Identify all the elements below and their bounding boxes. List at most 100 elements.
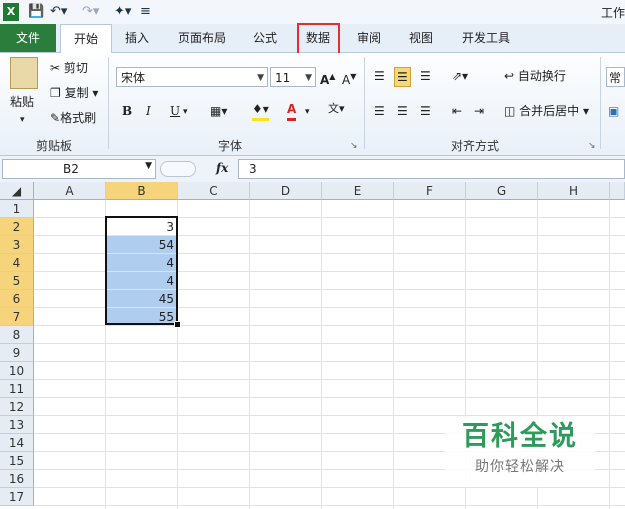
row-header[interactable]: 8 <box>0 326 34 344</box>
align-top-icon[interactable]: ☰ <box>374 67 385 85</box>
row-header[interactable]: 9 <box>0 344 34 362</box>
alignment-group-label: 对齐方式 <box>450 139 499 153</box>
ribbon: 粘贴 ▾ ✂ 剪切 ❐ 复制 ▾ ✎格式刷 剪贴板 宋体 ▼ 11 ▼ A▲ A▼ … <box>0 53 625 156</box>
copy-button[interactable]: ❐ 复制 ▾ <box>50 84 98 102</box>
row-header[interactable]: 6 <box>0 290 34 308</box>
name-box[interactable]: B2 ▼ <box>2 159 156 179</box>
brush-icon: ✎ <box>50 111 61 125</box>
decrease-indent-icon[interactable]: ⇤ <box>452 102 462 120</box>
tab-page-layout[interactable]: 页面布局 <box>170 24 234 52</box>
row-header[interactable]: 10 <box>0 362 34 380</box>
column-header[interactable]: F <box>394 182 466 200</box>
insert-function-icon[interactable]: fx <box>216 161 228 175</box>
column-header[interactable]: E <box>322 182 394 200</box>
clipboard-group-label: 剪贴板 <box>35 139 72 153</box>
column-header[interactable] <box>610 182 625 200</box>
excel-logo-icon[interactable]: X <box>3 3 19 21</box>
fill-handle[interactable] <box>174 321 181 328</box>
column-header[interactable]: G <box>466 182 538 200</box>
row-header[interactable]: 1 <box>0 200 34 218</box>
increase-indent-icon[interactable]: ⇥ <box>474 102 484 120</box>
align-bottom-icon[interactable]: ☰ <box>420 67 431 85</box>
row-header[interactable]: 12 <box>0 398 34 416</box>
column-header[interactable]: C <box>178 182 250 200</box>
paste-icon[interactable] <box>10 57 38 89</box>
save-icon[interactable]: 💾 <box>28 3 44 21</box>
scissors-icon: ✂ <box>50 61 61 75</box>
paste-button[interactable]: 粘贴 <box>10 93 34 111</box>
row-header[interactable]: 5 <box>0 272 34 290</box>
italic-button[interactable]: I <box>146 102 151 120</box>
chevron-down-icon: ▼ <box>257 73 264 83</box>
align-middle-icon[interactable]: ☰ <box>394 67 411 87</box>
grow-font-icon[interactable]: A▲ <box>320 68 335 89</box>
currency-format-icon[interactable]: ▣ <box>608 102 619 120</box>
tab-home[interactable]: 开始 <box>60 24 112 53</box>
underline-button[interactable]: U <box>170 102 180 120</box>
separator <box>600 57 601 149</box>
separator <box>108 57 109 149</box>
gridline <box>34 343 625 344</box>
cut-button[interactable]: ✂ 剪切 <box>50 59 88 77</box>
row-header[interactable]: 3 <box>0 236 34 254</box>
row-header[interactable]: 13 <box>0 416 34 434</box>
tab-insert[interactable]: 插入 <box>116 24 158 52</box>
font-name-select[interactable]: 宋体 ▼ <box>116 67 268 87</box>
gridline <box>34 505 625 506</box>
font-dialog-launcher-icon[interactable]: ↘ <box>350 137 358 155</box>
tab-file[interactable]: 文件 <box>0 24 56 52</box>
number-format-select[interactable]: 常规 <box>606 67 625 87</box>
gridline <box>34 487 625 488</box>
column-header[interactable]: H <box>538 182 610 200</box>
fill-color-icon[interactable]: ♦▾ <box>252 100 269 121</box>
tab-view[interactable]: 视图 <box>402 24 440 52</box>
chevron-down-icon: ▼ <box>145 161 152 171</box>
format-painter-button[interactable]: ✎格式刷 <box>50 109 96 127</box>
gridline <box>34 361 625 362</box>
paste-dropdown-icon[interactable]: ▾ <box>20 111 25 129</box>
row-header[interactable]: 14 <box>0 434 34 452</box>
column-header[interactable]: D <box>250 182 322 200</box>
merge-center-button[interactable]: ◫ 合并后居中 ▾ <box>504 102 589 120</box>
redo-icon[interactable]: ↷▾ <box>82 3 99 21</box>
font-size-select[interactable]: 11 ▼ <box>270 67 316 87</box>
row-header[interactable]: 2 <box>0 218 34 236</box>
watermark-title: 百科全说 <box>462 421 578 452</box>
quick-access-menu-icon[interactable]: ≡ <box>140 3 151 21</box>
column-header[interactable]: B <box>106 182 178 200</box>
undo-icon[interactable]: ↶▾ <box>50 3 67 21</box>
gridline <box>34 397 625 398</box>
tab-developer[interactable]: 开发工具 <box>455 24 517 52</box>
gridline <box>609 200 610 509</box>
gridline <box>34 379 625 380</box>
row-header[interactable]: 7 <box>0 308 34 326</box>
font-color-icon[interactable]: A <box>287 100 297 121</box>
shrink-font-icon[interactable]: A▼ <box>342 68 356 89</box>
tab-review[interactable]: 审阅 <box>350 24 388 52</box>
font-color-dropdown-icon[interactable]: ▾ <box>305 103 310 121</box>
align-center-icon[interactable]: ☰ <box>397 102 408 120</box>
row-header[interactable]: 17 <box>0 488 34 506</box>
row-header[interactable]: 16 <box>0 470 34 488</box>
watermark-subtitle: 助你轻松解决 <box>475 459 565 475</box>
bold-button[interactable]: B <box>122 102 132 120</box>
phonetic-icon[interactable]: 文▾ <box>328 100 345 118</box>
gridline <box>34 325 625 326</box>
alignment-dialog-launcher-icon[interactable]: ↘ <box>588 137 596 155</box>
orientation-icon[interactable]: ⇗▾ <box>452 67 468 85</box>
formula-input[interactable]: 3 <box>238 159 625 179</box>
underline-dropdown-icon[interactable]: ▾ <box>183 103 188 121</box>
column-header[interactable]: A <box>34 182 106 200</box>
align-left-icon[interactable]: ☰ <box>374 102 385 120</box>
formula-bar-resize-handle[interactable] <box>160 161 196 177</box>
tab-formulas[interactable]: 公式 <box>246 24 284 52</box>
borders-icon[interactable]: ▦▾ <box>210 102 227 120</box>
formula-bar: B2 ▼ fx 3 <box>0 156 625 183</box>
customize-tools-icon[interactable]: ✦▾ <box>114 3 131 21</box>
row-header[interactable]: 4 <box>0 254 34 272</box>
row-header[interactable]: 15 <box>0 452 34 470</box>
align-right-icon[interactable]: ☰ <box>420 102 431 120</box>
select-all-corner[interactable]: ◢ <box>0 182 34 200</box>
wrap-text-button[interactable]: ↩ 自动换行 <box>504 67 566 85</box>
row-header[interactable]: 11 <box>0 380 34 398</box>
